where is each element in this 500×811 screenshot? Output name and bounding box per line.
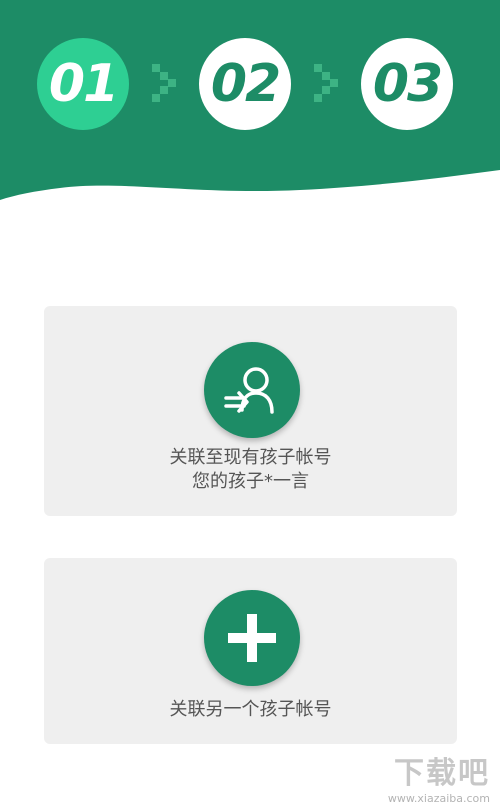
- watermark-logo: 下载吧: [394, 756, 490, 791]
- plus-icon: [204, 590, 300, 686]
- step-1-label: 01: [48, 54, 119, 114]
- chevron-right-icon: [152, 64, 176, 102]
- link-another-account-card[interactable]: 关联另一个孩子帐号: [44, 558, 457, 744]
- watermark-url: www.xiazaiba.com: [387, 792, 490, 805]
- watermark: 下载吧 www.xiazaiba.com: [388, 748, 490, 805]
- link-existing-account-card[interactable]: 关联至现有孩子帐号 您的孩子*一言: [44, 306, 457, 516]
- chevron-right-icon: [314, 64, 338, 102]
- link-existing-account-label: 关联至现有孩子帐号: [169, 447, 332, 468]
- step-2-label: 02: [210, 54, 281, 114]
- link-user-icon: [204, 342, 300, 438]
- child-name-label: 您的孩子*一言: [192, 471, 309, 492]
- step-3-label: 03: [372, 54, 443, 114]
- step-3-circle: 03: [361, 38, 453, 130]
- link-another-account-label: 关联另一个孩子帐号: [169, 699, 332, 720]
- step-1-circle: 01: [37, 38, 129, 130]
- step-2-circle: 02: [199, 38, 291, 130]
